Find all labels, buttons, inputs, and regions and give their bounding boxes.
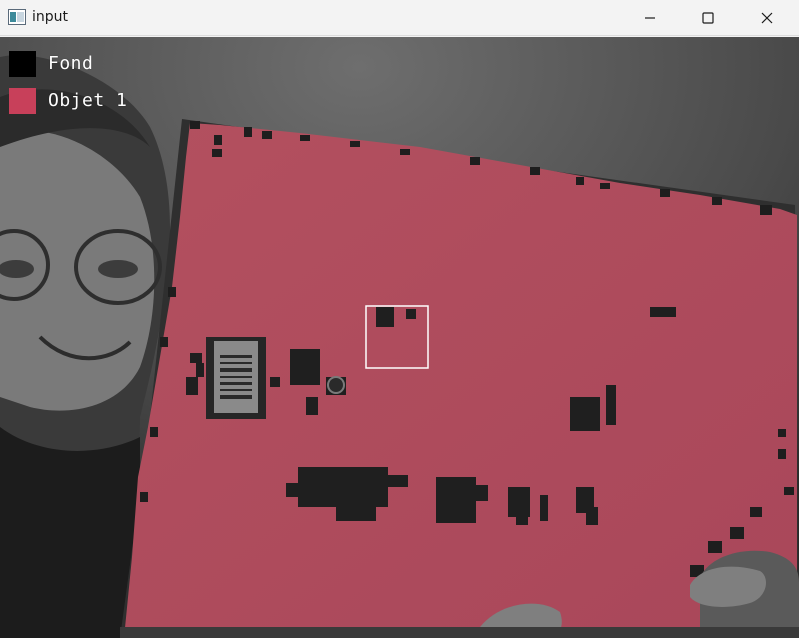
window-title: input [32, 9, 69, 25]
barcode-sticker [206, 337, 266, 419]
board-bottom-strip [120, 627, 799, 638]
round-component [327, 376, 345, 394]
legend-label-fond: Fond [48, 53, 94, 74]
maximize-icon [702, 9, 714, 28]
minimize-button[interactable] [621, 0, 679, 36]
title-bar[interactable]: input [0, 0, 799, 36]
minimize-icon [644, 9, 656, 28]
app-window-icon [8, 9, 26, 25]
legend-swatch-objet-1 [9, 88, 36, 114]
legend-swatch-fond [9, 51, 36, 77]
maximize-button[interactable] [679, 0, 737, 36]
legend-label-objet-1: Objet 1 [48, 90, 128, 111]
close-button[interactable] [738, 0, 796, 36]
close-icon [761, 9, 773, 28]
image-canvas[interactable]: Fond Objet 1 [0, 37, 799, 638]
